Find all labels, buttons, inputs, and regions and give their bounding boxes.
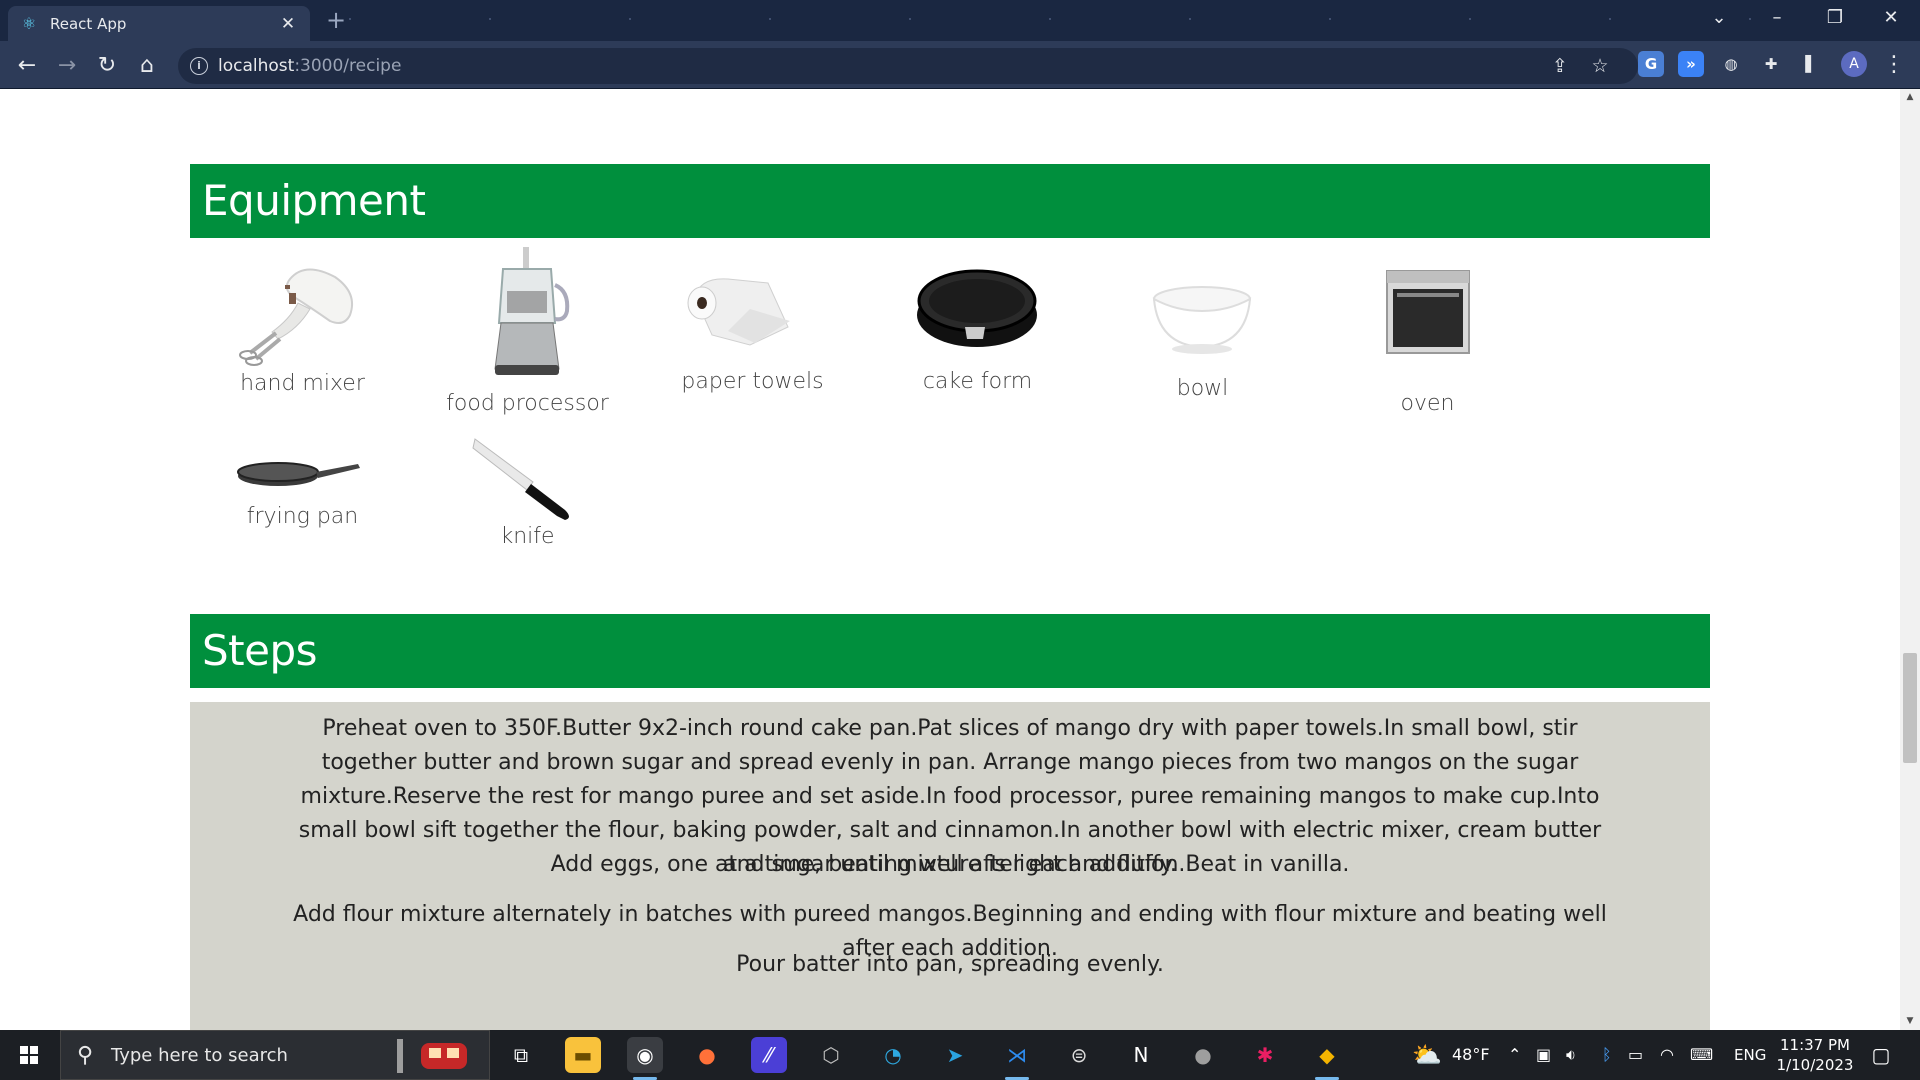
browser-menu-icon[interactable]: ⋮: [1880, 50, 1908, 80]
hand-mixer-icon: [239, 268, 354, 366]
tab-close-icon[interactable]: ✕: [278, 14, 298, 34]
task-view-icon[interactable]: ⧉: [503, 1037, 539, 1073]
frying-pan-icon: [237, 462, 360, 486]
equipment-label: knife: [500, 524, 555, 549]
tab-search-chevron-icon[interactable]: ⌄: [1690, 0, 1748, 38]
taskbar-clock[interactable]: 11:37 PM 1/10/2023: [1760, 1035, 1870, 1075]
clock-time: 11:37 PM: [1780, 1036, 1850, 1054]
taskbar-search-box[interactable]: ⚲ Type here to search: [60, 1030, 490, 1080]
eclipse-icon[interactable]: ⊜: [1061, 1037, 1097, 1073]
search-icon: ⚲: [77, 1043, 94, 1068]
wifi-icon[interactable]: ◠: [1660, 1030, 1674, 1080]
page-scrollbar[interactable]: ▲ ▼: [1900, 89, 1920, 1030]
scrollbar-thumb[interactable]: [1903, 653, 1917, 763]
site-info-icon[interactable]: i: [190, 57, 208, 75]
equipment-label: food processor: [446, 391, 609, 416]
browser-tab-bar: ⚛ React App ✕ + ⌄ – ❐ ✕: [0, 0, 1920, 41]
bowl-icon: [1152, 286, 1252, 354]
fast-forward-extension-icon[interactable]: »: [1678, 51, 1704, 77]
chrome-icon[interactable]: ◉: [627, 1037, 663, 1080]
git-icon[interactable]: ◆: [1309, 1037, 1345, 1080]
steps-heading: Steps: [202, 626, 318, 675]
translate-extension-icon[interactable]: G: [1638, 51, 1664, 77]
bluetooth-icon[interactable]: ᛒ: [1602, 1030, 1612, 1080]
tab-title: React App: [50, 14, 127, 33]
search-highlight-train-icon: [397, 1039, 467, 1073]
tray-chevron-icon[interactable]: ⌃: [1508, 1030, 1521, 1080]
file-explorer-icon[interactable]: ▬: [565, 1037, 601, 1073]
address-bar[interactable]: i localhost:3000/recipe ⇪ ☆: [178, 48, 1638, 84]
battery-icon[interactable]: ▭: [1628, 1030, 1643, 1080]
notion-icon[interactable]: N: [1123, 1037, 1159, 1073]
keyboard-icon[interactable]: ⌨: [1690, 1030, 1713, 1080]
steps-panel: Preheat oven to 350F.Butter 9x2-inch rou…: [190, 702, 1710, 1030]
weather-temp: 48°F: [1452, 1045, 1490, 1064]
equipment-heading: Equipment: [202, 176, 426, 225]
step-paragraph: Add eggs, one at a time, beating well af…: [550, 852, 1350, 877]
equipment-label: paper towels: [681, 369, 824, 394]
unity-icon[interactable]: ⬡: [813, 1037, 849, 1073]
steps-header: Steps: [190, 614, 1710, 688]
firefox-icon[interactable]: ●: [689, 1037, 725, 1073]
volume-icon[interactable]: 🔉︎: [1566, 1030, 1576, 1080]
url-text: localhost:3000/recipe: [218, 56, 401, 76]
url-path: :3000/recipe: [294, 56, 402, 76]
telegram-icon[interactable]: ➤: [937, 1037, 973, 1073]
windows-start-icon[interactable]: [0, 1030, 60, 1080]
equipment-label: bowl: [1176, 376, 1229, 401]
windows-taskbar: ⚲ Type here to search ⧉ ▬ ◉ ● ⁄⁄ ⬡ ◔ ➤ ⋊…: [0, 1030, 1920, 1080]
browser-tab[interactable]: ⚛ React App ✕: [8, 6, 310, 41]
browser-toolbar: ← → ↻ ⌂ i localhost:3000/recipe ⇪ ☆ G » …: [0, 41, 1920, 89]
cake-form-icon: [917, 269, 1037, 347]
slack-icon[interactable]: ✱: [1247, 1037, 1283, 1073]
equipment-label: hand mixer: [240, 371, 365, 396]
edge-icon[interactable]: ◔: [875, 1037, 911, 1073]
globe-extension-icon[interactable]: ◍: [1718, 51, 1744, 77]
obs-icon[interactable]: ●: [1185, 1037, 1221, 1073]
equipment-label: cake form: [922, 369, 1033, 394]
scroll-up-arrow-icon[interactable]: ▲: [1900, 89, 1920, 106]
new-tab-button[interactable]: +: [322, 7, 350, 35]
food-processor-icon: [494, 247, 570, 375]
side-panel-icon[interactable]: ▌: [1798, 51, 1824, 77]
extensions-puzzle-icon[interactable]: ✚: [1758, 51, 1784, 77]
profile-avatar[interactable]: A: [1841, 51, 1867, 77]
equipment-label: frying pan: [246, 504, 359, 529]
home-icon[interactable]: ⌂: [130, 49, 164, 83]
step-paragraph: Pour batter into pan, spreading evenly.: [736, 952, 1164, 977]
device-icon[interactable]: ▣: [1536, 1030, 1551, 1080]
back-arrow-icon[interactable]: ←: [10, 49, 44, 83]
weather-icon[interactable]: ⛅: [1412, 1030, 1442, 1080]
bookmark-star-icon[interactable]: ☆: [1588, 54, 1612, 78]
knife-icon: [472, 438, 569, 520]
minimize-button[interactable]: –: [1748, 0, 1806, 38]
clock-date: 1/10/2023: [1776, 1056, 1854, 1074]
page-viewport: Equipment hand mixer food processor pape…: [0, 89, 1900, 1030]
paper-towels-icon: [687, 278, 790, 346]
restore-button[interactable]: ❐: [1806, 0, 1864, 38]
equipment-header: Equipment: [190, 164, 1710, 238]
oven-icon: [1386, 270, 1470, 354]
app-icon[interactable]: ⁄⁄: [751, 1037, 787, 1073]
scroll-down-arrow-icon[interactable]: ▼: [1900, 1013, 1920, 1030]
close-window-button[interactable]: ✕: [1862, 0, 1920, 38]
equipment-label: oven: [1400, 391, 1455, 416]
vscode-icon[interactable]: ⋊: [999, 1037, 1035, 1080]
share-icon[interactable]: ⇪: [1548, 54, 1572, 78]
search-placeholder: Type here to search: [111, 1045, 288, 1066]
notification-icon[interactable]: ▢: [1868, 1042, 1894, 1068]
forward-arrow-icon[interactable]: →: [50, 49, 84, 83]
reload-icon[interactable]: ↻: [90, 49, 124, 83]
url-host: localhost: [218, 56, 295, 76]
react-logo-icon: ⚛: [21, 13, 37, 33]
